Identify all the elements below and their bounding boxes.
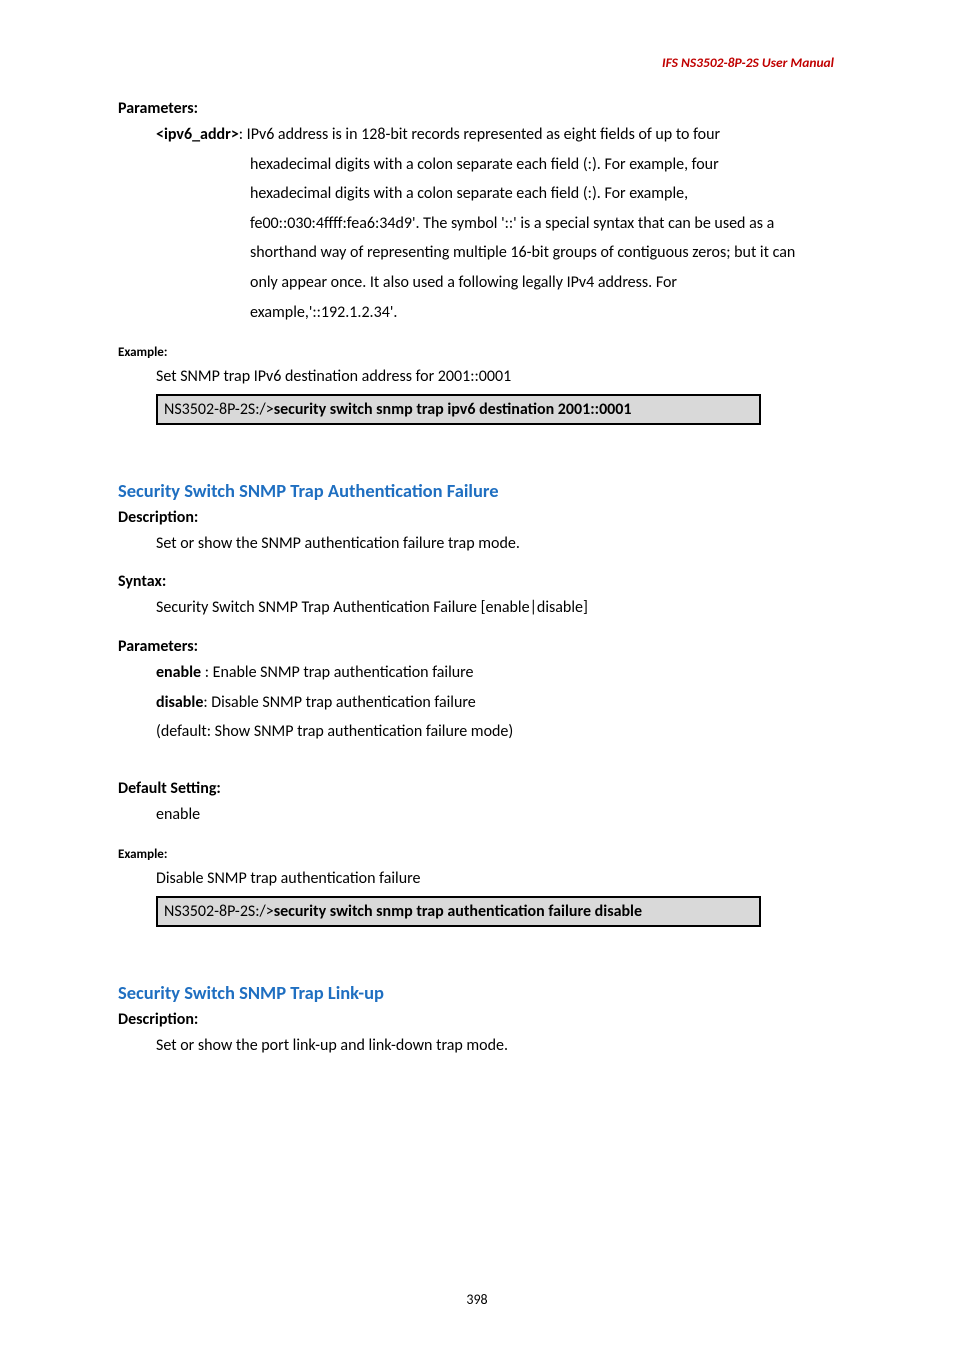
ipv6-param-body4: shorthand way of representing multiple 1… (118, 238, 834, 268)
ipv6-param-body6: example,'::192.1.2.34'. (118, 298, 834, 328)
auth-cmd-bold: security switch snmp trap authentication… (274, 902, 642, 921)
auth-desc-label: Description: (118, 508, 834, 527)
header-product-label: IFS NS3502-8P-2S User Manual (118, 54, 834, 71)
linkup-desc-text: Set or show the port link-up and link-do… (118, 1031, 834, 1061)
ipv6-param-body5: only appear once. It also used a followi… (118, 268, 834, 298)
auth-params-label: Parameters: (118, 637, 834, 656)
auth-enable-line: enable : Enable SNMP trap authentication… (118, 658, 834, 688)
ipv6-param-name: <ipv6_addr> (156, 125, 239, 144)
auth-example-cmdbox: NS3502-8P-2S:/>security switch snmp trap… (156, 896, 761, 927)
auth-defsetting-label: Default Setting: (118, 779, 834, 798)
auth-failure-heading: Security Switch SNMP Trap Authentication… (118, 479, 834, 502)
auth-disable-rest: : Disable SNMP trap authentication failu… (203, 693, 475, 712)
ipv6-param-intro: : IPv6 address is in 128-bit records rep… (239, 125, 720, 144)
ipv6-param-line1: <ipv6_addr>: IPv6 address is in 128-bit … (118, 120, 834, 150)
example1-label: Example: (118, 345, 834, 360)
ipv6-param-body2: hexadecimal digits with a colon separate… (118, 179, 834, 209)
auth-default-line: (default: Show SNMP trap authentication … (118, 717, 834, 747)
linkup-heading: Security Switch SNMP Trap Link-up (118, 981, 834, 1004)
auth-defsetting-text: enable (118, 800, 834, 830)
auth-syntax-text: Security Switch SNMP Trap Authentication… (118, 593, 834, 623)
parameters-label: Parameters: (118, 99, 834, 118)
auth-cmd-prompt: NS3502-8P-2S:/> (164, 902, 274, 921)
example1-cmdbox: NS3502-8P-2S:/>security switch snmp trap… (156, 394, 761, 425)
page-number: 398 (0, 1291, 954, 1308)
auth-desc-text: Set or show the SNMP authentication fail… (118, 529, 834, 559)
auth-enable-rest: : Enable SNMP trap authentication failur… (201, 663, 473, 682)
auth-example-label: Example: (118, 847, 834, 862)
example1-line: Set SNMP trap IPv6 destination address f… (118, 362, 834, 392)
ipv6-param-body1: hexadecimal digits with a colon separate… (118, 150, 834, 180)
ipv6-param-body3: fe00::030:4ffff:fea6:34d9'. The symbol '… (118, 209, 834, 239)
example1-cmd-bold: security switch snmp trap ipv6 destinati… (274, 400, 632, 419)
example1-cmd-prompt: NS3502-8P-2S:/> (164, 400, 274, 419)
auth-syntax-label: Syntax: (118, 572, 834, 591)
auth-enable-bold: enable (156, 663, 201, 682)
auth-disable-line: disable: Disable SNMP trap authenticatio… (118, 688, 834, 718)
auth-example-line: Disable SNMP trap authentication failure (118, 864, 834, 894)
linkup-desc-label: Description: (118, 1010, 834, 1029)
auth-disable-bold: disable (156, 693, 203, 712)
